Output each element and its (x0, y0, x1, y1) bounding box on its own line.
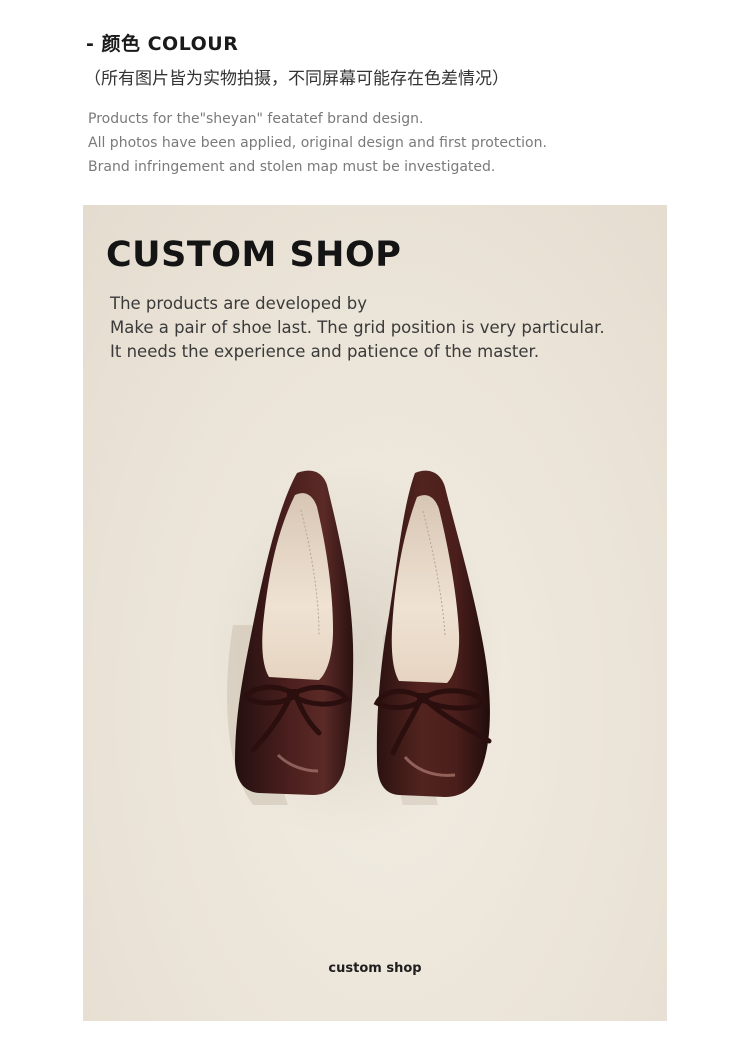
custom-shop-card: CUSTOM SHOP The products are developed b… (83, 205, 667, 1021)
brand-disclaimer: Products for the"sheyan" featatef brand … (88, 107, 547, 179)
disclaimer-line: Products for the"sheyan" featatef brand … (88, 111, 424, 127)
card-title: CUSTOM SHOP (106, 235, 402, 275)
disclaimer-line: Brand infringement and stolen map must b… (88, 159, 496, 175)
colour-note: （所有图片皆为实物拍摄，不同屏幕可能存在色差情况） (84, 69, 509, 89)
left-shoe (227, 470, 354, 805)
card-description: The products are developed by Make a pai… (110, 292, 605, 364)
description-line: It needs the experience and patience of … (110, 342, 540, 361)
description-line: The products are developed by (110, 294, 367, 313)
image-caption: custom shop (328, 961, 422, 976)
disclaimer-line: All photos have been applied, original d… (88, 135, 547, 151)
description-line: Make a pair of shoe last. The grid posit… (110, 318, 605, 337)
colour-title: - 颜色 COLOUR (86, 33, 239, 55)
colour-header: - 颜色 COLOUR （所有图片皆为实物拍摄，不同屏幕可能存在色差情况） Pr… (0, 0, 750, 205)
